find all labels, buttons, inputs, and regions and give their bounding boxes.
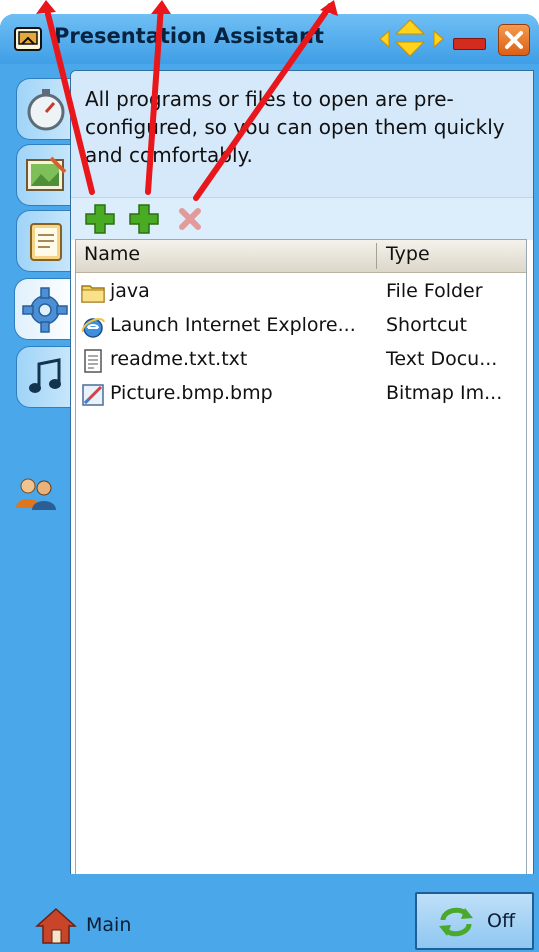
- list-header: Name Type: [76, 240, 526, 273]
- tab-settings[interactable]: [14, 278, 75, 340]
- item-type: Text Docu...: [386, 348, 498, 370]
- notepad-icon: [30, 223, 62, 261]
- column-header-type[interactable]: Type: [386, 243, 430, 265]
- presentation-assistant-icon: [14, 27, 42, 51]
- users-icon[interactable]: [14, 476, 60, 512]
- stopwatch-icon: [27, 89, 65, 131]
- arrow-right-icon[interactable]: [433, 30, 445, 48]
- arrow-left-icon[interactable]: [378, 30, 390, 48]
- add-file-button[interactable]: [127, 202, 161, 236]
- internet-explorer-icon: [81, 318, 105, 338]
- item-type: Shortcut: [386, 314, 467, 336]
- tab-music[interactable]: [16, 346, 77, 408]
- item-name: Picture.bmp.bmp: [110, 382, 273, 404]
- column-header-name[interactable]: Name: [84, 243, 140, 265]
- screenshot: Presentation Assistant All programs or f…: [0, 0, 539, 952]
- item-name: readme.txt.txt: [110, 348, 248, 370]
- side-tab-bar: [0, 64, 80, 884]
- item-type: File Folder: [386, 280, 483, 302]
- music-icon: [29, 358, 61, 393]
- minimize-button[interactable]: [453, 38, 486, 50]
- home-icon[interactable]: [34, 906, 78, 946]
- list-item[interactable]: Picture.bmp.bmp Bitmap Im...: [76, 378, 526, 412]
- close-button[interactable]: [498, 24, 530, 56]
- image-edit-icon: [26, 156, 67, 191]
- list-item[interactable]: readme.txt.txt Text Docu...: [76, 344, 526, 378]
- off-toggle-button[interactable]: Off: [415, 892, 534, 950]
- content-panel: All programs or files to open are pre-co…: [70, 70, 534, 892]
- presentation-assistant-window: Presentation Assistant All programs or f…: [0, 14, 539, 952]
- column-divider[interactable]: [376, 243, 377, 269]
- add-icon: [85, 204, 115, 234]
- off-label: Off: [487, 910, 516, 932]
- list-item[interactable]: java File Folder: [76, 276, 526, 310]
- title-bar[interactable]: Presentation Assistant: [0, 14, 539, 64]
- tab-timer[interactable]: [16, 78, 77, 140]
- item-name: Launch Internet Explore...: [110, 314, 356, 336]
- text-document-icon: [84, 349, 102, 373]
- folder-icon: [81, 285, 105, 303]
- close-icon: [505, 31, 523, 49]
- list-item[interactable]: Launch Internet Explore... Shortcut: [76, 310, 526, 344]
- list-toolbar: [71, 197, 533, 240]
- delete-button[interactable]: [173, 202, 207, 236]
- arrow-up-down-icon[interactable]: [393, 18, 427, 58]
- item-name: java: [110, 280, 150, 302]
- tab-image[interactable]: [16, 144, 77, 206]
- description-text: All programs or files to open are pre-co…: [85, 87, 505, 167]
- add-program-button[interactable]: [83, 202, 117, 236]
- delete-icon: [179, 208, 201, 230]
- window-title: Presentation Assistant: [54, 24, 324, 48]
- main-button-label[interactable]: Main: [86, 914, 131, 936]
- description-box: All programs or files to open are pre-co…: [71, 71, 533, 205]
- gear-icon: [22, 287, 68, 333]
- tab-notes[interactable]: [16, 210, 77, 272]
- add-icon: [129, 204, 159, 234]
- sync-icon: [439, 907, 473, 937]
- bitmap-image-icon: [82, 384, 104, 406]
- item-type: Bitmap Im...: [386, 382, 503, 404]
- footer-bar: Main Off: [0, 874, 539, 952]
- file-list[interactable]: Name Type java File Folder Launch Intern…: [75, 239, 527, 881]
